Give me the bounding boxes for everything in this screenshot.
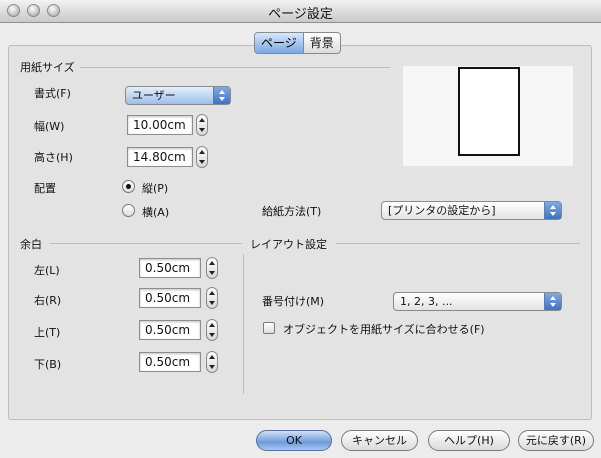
- numbering-popup[interactable]: 1, 2, 3, ...: [393, 292, 562, 311]
- layout-separator: [336, 243, 580, 244]
- ok-button[interactable]: OK: [256, 430, 332, 451]
- format-label: 書式(F): [34, 87, 71, 100]
- page-setup-window: ページ設定 ページ 背景 用紙サイズ 書式(F) ユーザー 幅(W) 10.00…: [0, 0, 601, 458]
- landscape-radio[interactable]: [122, 204, 135, 217]
- numbering-label: 番号付け(M): [262, 295, 325, 308]
- paper-size-section-title: 用紙サイズ: [20, 61, 75, 74]
- portrait-radio[interactable]: [122, 180, 135, 193]
- margin-left-stepper-icon[interactable]: [206, 257, 218, 279]
- popup-arrows-icon: [213, 87, 230, 104]
- margins-section-title: 余白: [20, 238, 42, 251]
- margin-left-field[interactable]: 0.50cm: [139, 258, 201, 278]
- margin-bottom-field[interactable]: 0.50cm: [139, 352, 201, 372]
- margin-bottom-stepper-icon[interactable]: [206, 351, 218, 373]
- margin-top-field[interactable]: 0.50cm: [139, 320, 201, 340]
- tab-page[interactable]: ページ: [255, 33, 304, 53]
- height-field[interactable]: 14.80cm: [127, 147, 193, 167]
- width-stepper-icon[interactable]: [196, 114, 208, 136]
- format-popup[interactable]: ユーザー: [125, 86, 231, 105]
- tray-label: 給紙方法(T): [262, 205, 322, 218]
- margin-right-stepper-icon[interactable]: [206, 287, 218, 309]
- margin-bottom-label: 下(B): [34, 358, 62, 371]
- margin-right-field[interactable]: 0.50cm: [139, 288, 201, 308]
- numbering-value: 1, 2, 3, ...: [400, 295, 453, 308]
- format-value: ユーザー: [132, 89, 176, 102]
- reset-button[interactable]: 元に戻す(R): [518, 430, 594, 451]
- margin-left-label: 左(L): [34, 264, 60, 277]
- orientation-label: 配置: [34, 182, 56, 195]
- paper-size-separator: [80, 67, 390, 68]
- width-field[interactable]: 10.00cm: [127, 115, 193, 135]
- margin-top-stepper-icon[interactable]: [206, 319, 218, 341]
- fit-to-page-checkbox[interactable]: [263, 322, 275, 334]
- popup-arrows-icon: [544, 293, 561, 310]
- section-divider: [243, 254, 244, 394]
- title-bar: ページ設定: [0, 0, 601, 23]
- tray-value: [プリンタの設定から]: [388, 204, 496, 217]
- margins-separator: [50, 243, 242, 244]
- landscape-label: 横(A): [142, 206, 170, 219]
- portrait-label: 縦(P): [142, 182, 169, 195]
- height-label: 高さ(H): [34, 151, 73, 164]
- tab-bar: ページ 背景: [254, 32, 341, 54]
- window-title: ページ設定: [268, 7, 333, 22]
- fit-to-page-label: オブジェクトを用紙サイズに合わせる(F): [283, 323, 485, 336]
- tab-background[interactable]: 背景: [304, 33, 340, 53]
- tray-popup[interactable]: [プリンタの設定から]: [381, 201, 562, 220]
- popup-arrows-icon: [544, 202, 561, 219]
- height-stepper-icon[interactable]: [196, 146, 208, 168]
- cancel-button[interactable]: キャンセル: [341, 430, 418, 451]
- help-button[interactable]: ヘルプ(H): [428, 430, 510, 451]
- margin-top-label: 上(T): [34, 326, 61, 339]
- width-label: 幅(W): [34, 120, 65, 133]
- margin-right-label: 右(R): [34, 294, 62, 307]
- page-preview-sheet: [458, 67, 520, 156]
- layout-section-title: レイアウト設定: [250, 238, 327, 251]
